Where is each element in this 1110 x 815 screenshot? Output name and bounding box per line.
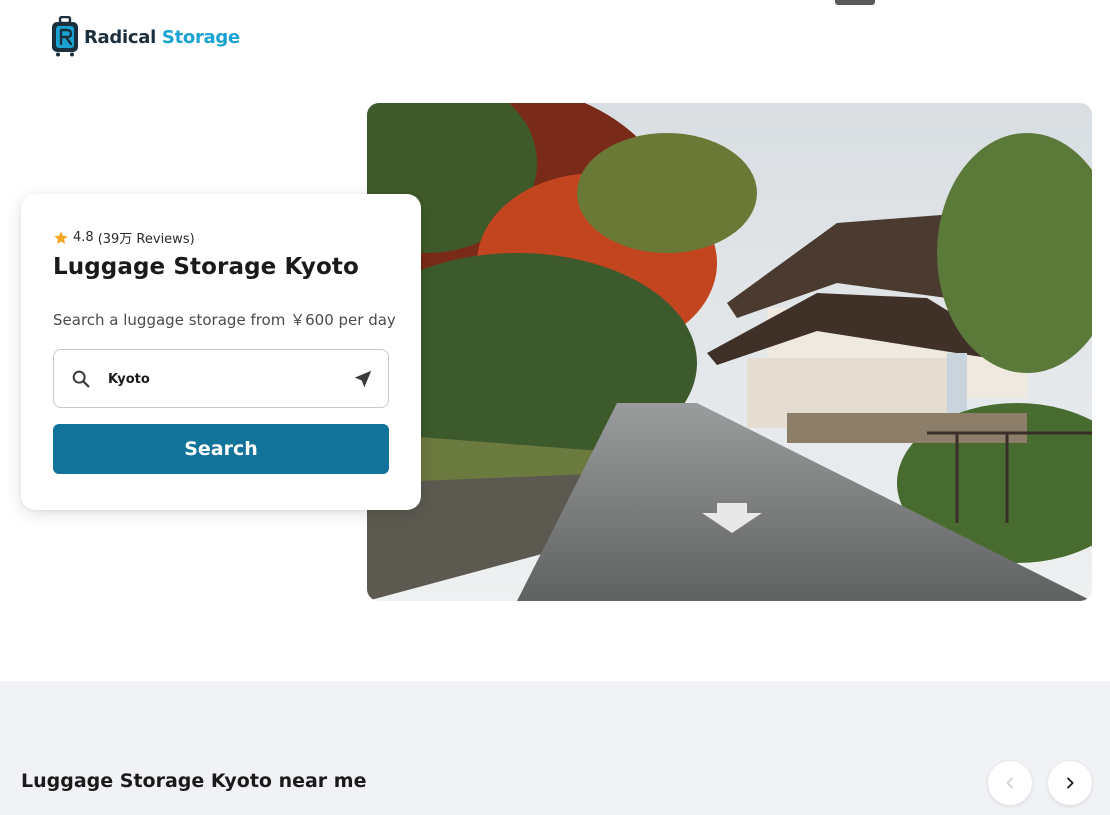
star-icon (54, 230, 68, 244)
search-button[interactable]: Search (53, 424, 389, 474)
section-title: Luggage Storage Kyoto near me (21, 770, 367, 792)
page-title: Luggage Storage Kyoto (53, 254, 359, 280)
top-scroll-indicator (835, 0, 875, 5)
card-subtitle: Search a luggage storage from ￥600 per d… (53, 311, 396, 329)
search-field[interactable] (53, 349, 389, 408)
rating-reviews: (39万 Reviews) (97, 232, 195, 247)
search-card: 4.8 (39万 Reviews) Luggage Storage Kyoto … (21, 194, 421, 510)
logo-word-storage: Storage (161, 26, 240, 48)
location-arrow-icon[interactable] (352, 368, 374, 390)
rating: 4.8 (39万 Reviews) (53, 228, 195, 247)
suitcase-logo-icon (52, 16, 78, 57)
carousel-next-button[interactable] (1048, 761, 1092, 805)
carousel-prev-button[interactable] (988, 761, 1032, 805)
chevron-left-icon (1006, 777, 1013, 789)
logo-word-radical: Radical (84, 26, 156, 48)
hero-image (367, 103, 1092, 601)
search-input[interactable] (108, 360, 338, 398)
radical-storage-logo[interactable]: Radical Storage (50, 16, 240, 57)
search-icon (72, 370, 90, 388)
near-me-section: Luggage Storage Kyoto near me (0, 681, 1110, 815)
rating-value: 4.8 (73, 230, 94, 245)
page: Radical Storage 4.8 (39万 Reviews) Luggag… (0, 0, 1110, 815)
chevron-right-icon (1067, 777, 1074, 789)
